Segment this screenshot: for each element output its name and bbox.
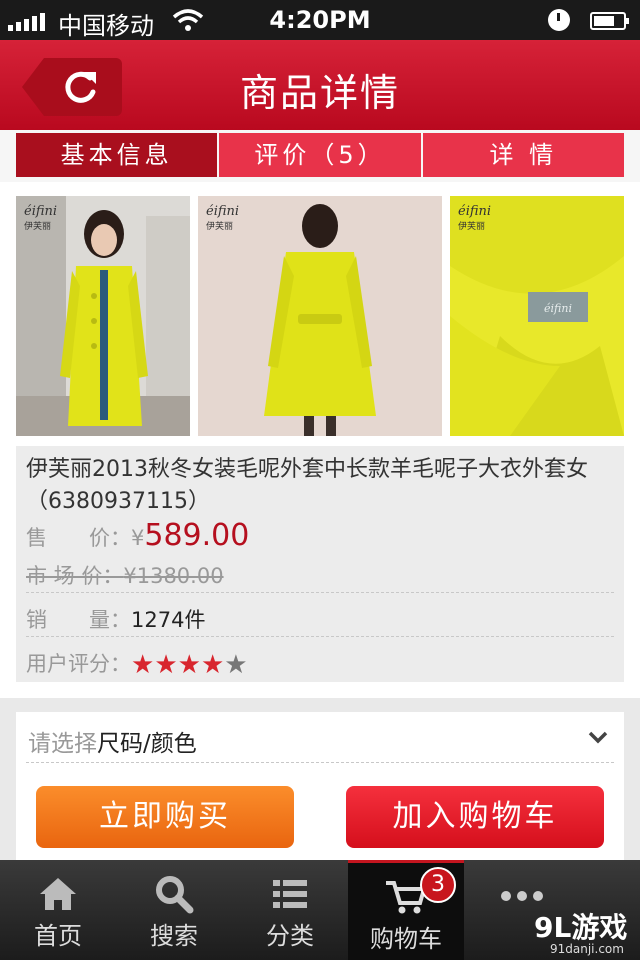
divider — [26, 636, 614, 637]
tab-reviews[interactable]: 评价（5） — [219, 133, 423, 177]
clock-icon — [548, 9, 570, 31]
add-to-cart-button[interactable]: 加入购物车 — [346, 786, 604, 848]
star-filled-icon: ★ — [131, 650, 155, 680]
nav-category[interactable]: 分类 — [232, 860, 348, 960]
svg-text:éifini: éifini — [544, 302, 572, 315]
nav-search-label: 搜索 — [150, 922, 198, 950]
market-price-value: ¥1380.00 — [123, 564, 224, 588]
divider — [26, 592, 614, 593]
brand-logo: éifini 伊芙丽 — [458, 204, 492, 232]
spec-value: 尺码/颜色 — [97, 731, 197, 757]
star-filled-icon: ★ — [200, 650, 225, 680]
buy-now-button[interactable]: 立即购买 — [36, 786, 294, 848]
price-row: 售 价：¥589.00 — [26, 518, 249, 553]
chevron-down-icon[interactable] — [588, 730, 608, 744]
sales-label: 销 量： — [26, 608, 131, 632]
cart-count-badge: 3 — [420, 867, 456, 903]
product-info: 伊芙丽2013秋冬女装毛呢外套中长款羊毛呢子大衣外套女（6380937115） … — [16, 446, 624, 682]
watermark-url: 91danji.com — [550, 942, 624, 956]
header-bar: 商品详情 — [0, 40, 640, 130]
options-panel: 请选择尺码/颜色 立即购买 加入购物车 — [16, 712, 624, 860]
tab-basic-info[interactable]: 基本信息 — [16, 133, 220, 177]
brand-logo: éifini 伊芙丽 — [206, 204, 240, 232]
star-filled-icon: ★ — [177, 650, 201, 680]
nav-cart[interactable]: 3 购物车 — [348, 860, 464, 960]
product-photo-back[interactable]: éifini 伊芙丽 — [198, 196, 442, 436]
brand-logo: éifini 伊芙丽 — [24, 204, 58, 232]
spec-selector[interactable]: 请选择尺码/颜色 — [28, 724, 197, 758]
rating-stars: ★★★★★ — [131, 650, 248, 680]
battery-icon — [590, 12, 629, 30]
product-photo-front[interactable]: éifini 伊芙丽 — [16, 196, 190, 436]
price-label: 售 价： — [26, 526, 131, 550]
tab-details[interactable]: 详 情 — [422, 133, 624, 177]
star-empty-icon: ★ — [224, 650, 248, 680]
sales-value: 1274件 — [131, 608, 206, 632]
product-photo-detail[interactable]: éifini éifini 伊芙丽 — [450, 196, 624, 436]
market-price-label: 市 场 价： — [26, 564, 124, 588]
home-icon — [40, 878, 76, 910]
price-value: 589.00 — [144, 518, 250, 553]
tab-bar: 基本信息 评价（5） 详 情 — [0, 130, 640, 182]
price-symbol: ¥ — [131, 526, 145, 550]
site-watermark: 9L游戏 91danji.com — [510, 880, 640, 960]
status-time: 4:20PM — [269, 6, 371, 34]
divider — [26, 762, 614, 763]
nav-category-label: 分类 — [266, 922, 314, 950]
rating-label: 用户评分： — [26, 652, 131, 676]
search-icon — [156, 876, 194, 914]
watermark-logo: 9L游戏 — [534, 911, 628, 944]
nav-home[interactable]: 首页 — [0, 860, 116, 960]
status-bar: 中国移动 4:20PM — [0, 0, 640, 40]
product-panel: éifini 伊芙丽 éifini 伊芙丽 éifini éifini 伊芙丽 … — [0, 182, 640, 698]
nav-home-label: 首页 — [34, 922, 82, 950]
sales-row: 销 量：1274件 — [26, 604, 205, 634]
nav-cart-label: 购物车 — [370, 925, 442, 953]
list-icon — [273, 880, 307, 908]
product-name: 伊芙丽2013秋冬女装毛呢外套中长款羊毛呢子大衣外套女（6380937115） — [26, 457, 588, 514]
spec-prompt: 请选择 — [28, 731, 97, 757]
star-filled-icon: ★ — [154, 650, 178, 680]
product-gallery[interactable]: éifini 伊芙丽 éifini 伊芙丽 éifini éifini 伊芙丽 — [16, 196, 624, 436]
nav-search[interactable]: 搜索 — [116, 860, 232, 960]
market-price-row: 市 场 价：¥1380.00 — [26, 560, 224, 590]
rating-row: 用户评分：★★★★★ — [26, 648, 248, 680]
page-title: 商品详情 — [239, 71, 400, 115]
